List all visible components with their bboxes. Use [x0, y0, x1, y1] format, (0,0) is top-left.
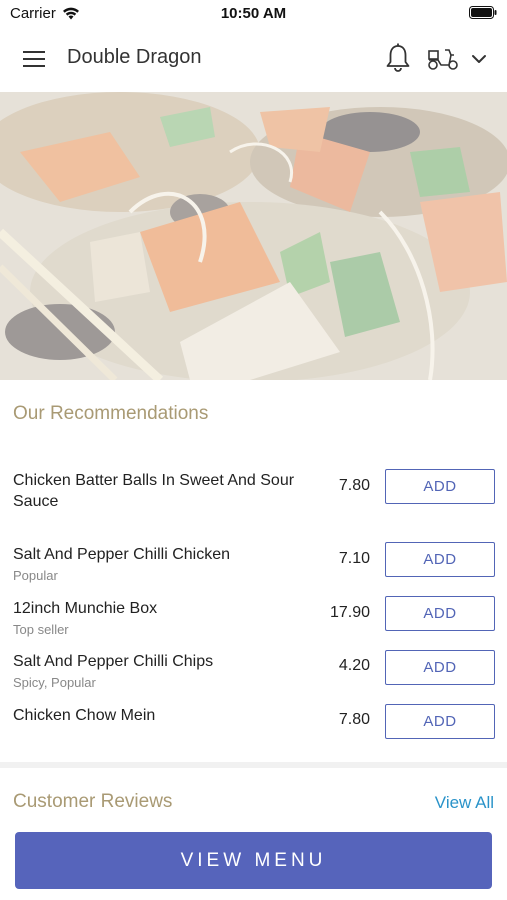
app-header: Double Dragon: [0, 26, 507, 92]
status-time: 10:50 AM: [220, 5, 287, 22]
chevron-down-icon[interactable]: [468, 48, 490, 70]
menu-item: Salt And Pepper Chilli Chicken Popular 7…: [13, 542, 495, 583]
battery-icon: [469, 6, 497, 23]
item-price: 17.90: [329, 604, 370, 621]
item-price: 7.80: [338, 711, 370, 728]
item-price: 4.20: [338, 657, 370, 674]
restaurant-title: Double Dragon: [67, 46, 202, 68]
view-all-reviews-link[interactable]: View All: [435, 793, 494, 813]
item-name: Chicken Batter Balls In Sweet And Sour S…: [13, 472, 295, 510]
status-bar: Carrier 10:50 AM: [0, 0, 507, 26]
menu-item: Salt And Pepper Chilli Chips Spicy, Popu…: [13, 650, 495, 690]
item-name: Salt And Pepper Chilli Chips: [13, 653, 214, 670]
hamburger-menu-icon[interactable]: [20, 46, 48, 72]
item-name: Chicken Chow Mein: [13, 707, 156, 724]
add-button[interactable]: ADD: [385, 650, 495, 685]
add-button[interactable]: ADD: [385, 469, 495, 504]
item-price: 7.80: [338, 477, 370, 494]
reviews-title: Customer Reviews: [13, 791, 173, 812]
view-menu-button[interactable]: VIEW MENU: [15, 832, 492, 889]
add-button[interactable]: ADD: [385, 704, 495, 739]
menu-item: Chicken Batter Balls In Sweet And Sour S…: [13, 469, 495, 512]
add-button[interactable]: ADD: [385, 542, 495, 577]
recommendations-title: Our Recommendations: [13, 403, 209, 424]
section-divider: [0, 762, 507, 768]
item-name: 12inch Munchie Box: [13, 600, 158, 617]
item-price: 7.10: [338, 550, 370, 567]
menu-item: Chicken Chow Mein 7.80 ADD: [13, 704, 495, 739]
menu-item: 12inch Munchie Box Top seller 17.90 ADD: [13, 596, 495, 637]
delivery-scooter-icon[interactable]: [426, 46, 460, 72]
hero-food-image: [0, 92, 507, 380]
item-name: Salt And Pepper Chilli Chicken: [13, 546, 231, 563]
bell-icon[interactable]: [383, 42, 413, 74]
add-button[interactable]: ADD: [385, 596, 495, 631]
